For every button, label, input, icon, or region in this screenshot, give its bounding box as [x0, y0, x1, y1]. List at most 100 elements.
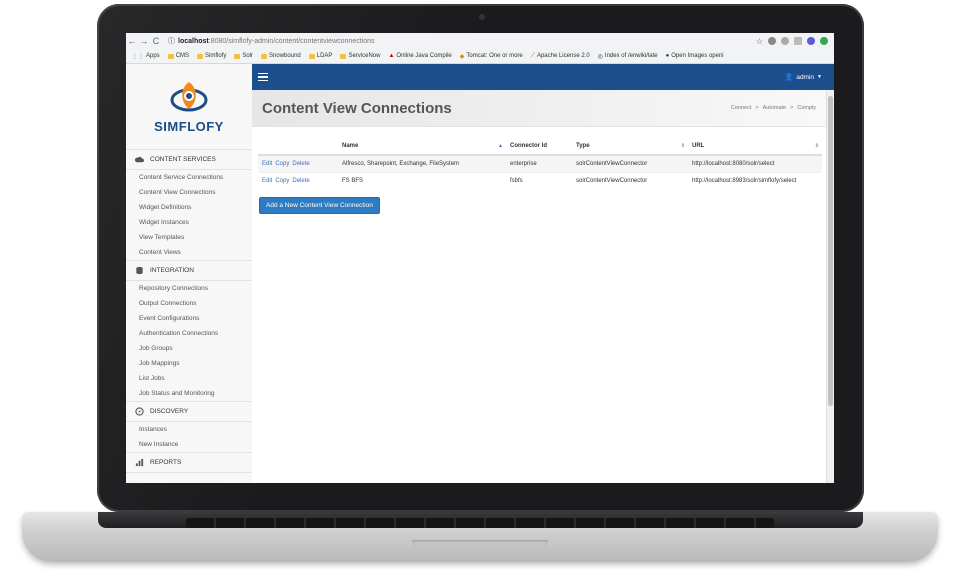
sidebar-item-content-service-connections[interactable]: Content Service Connections	[126, 170, 252, 185]
profile-icon[interactable]	[807, 37, 815, 45]
url-host: localhost	[178, 37, 209, 45]
star-icon[interactable]: ☆	[756, 37, 763, 46]
copy-link[interactable]: Copy	[275, 178, 289, 184]
scrollbar-thumb[interactable]	[828, 96, 833, 406]
sidebar-item-list-jobs[interactable]: List Jobs	[126, 371, 252, 386]
breadcrumb-comply[interactable]: Comply	[797, 105, 816, 111]
add-content-view-connection-button[interactable]: Add a New Content View Connection	[259, 197, 380, 214]
extension-icon[interactable]	[794, 37, 802, 45]
bookmark-item[interactable]: ◎ Index of /enwiki/late	[598, 53, 658, 60]
bookmark-item[interactable]: CMS	[167, 53, 189, 59]
camera-icon	[479, 14, 485, 20]
bookmark-item[interactable]: ◆ Tomcat: One or more	[460, 53, 523, 60]
folder-icon	[234, 53, 241, 59]
table-row: Edit Copy Delete FS BFS fsbfs solrContentV…	[258, 172, 822, 189]
logo-text: SIMFLOFY	[154, 119, 224, 134]
cell-url: http://localhost:8983/solr/simflofy/sele…	[688, 172, 822, 189]
app-topbar: 👤 admin ▼	[252, 64, 834, 90]
address-bar[interactable]: ⓘ localhost:8080/simflofy-admin/content/…	[168, 36, 375, 46]
bookmark-item[interactable]: Snowbound	[261, 53, 301, 59]
caret-down-icon: ▼	[817, 74, 822, 80]
breadcrumb-automate[interactable]: Automate	[763, 105, 787, 111]
cell-connector-id: enterprise	[506, 154, 572, 173]
folder-icon	[261, 53, 268, 59]
bookmarks-bar: ⋮⋮ Apps CMS Simflofy Solr Snowbound LDAP …	[126, 49, 834, 64]
sidebar-item-job-mappings[interactable]: Job Mappings	[126, 356, 252, 371]
github-icon: ●	[665, 53, 670, 59]
edit-link[interactable]: Edit	[262, 178, 272, 184]
sidebar-item-job-groups[interactable]: Job Groups	[126, 341, 252, 356]
extension-icon[interactable]	[781, 37, 789, 45]
sidebar-item-content-view-connections[interactable]: Content View Connections	[126, 185, 252, 200]
section-discovery[interactable]: DISCOVERY	[126, 401, 252, 422]
wiki-icon: ◎	[597, 53, 603, 60]
sidebar-item-repository-connections[interactable]: Repository Connections	[126, 281, 252, 296]
col-header-name[interactable]: Name ▲	[338, 138, 506, 156]
copy-link[interactable]: Copy	[275, 161, 289, 167]
user-icon: 👤	[784, 74, 794, 81]
sidebar-item-widget-instances[interactable]: Widget Instances	[126, 215, 252, 230]
sidebar: SIMFLOFY CONTENT SERVICES Content Servic…	[126, 64, 253, 483]
hamburger-menu-icon[interactable]	[258, 71, 268, 84]
java-icon: ▲	[388, 53, 395, 59]
cell-connector-id: fsbfs	[506, 172, 572, 189]
browser-toolbar: ← → C ⓘ localhost:8080/simflofy-admin/co…	[126, 33, 834, 49]
forward-icon[interactable]: →	[138, 36, 150, 46]
bookmark-item[interactable]: ⋮⋮ Apps	[132, 53, 160, 60]
col-header-connector-id[interactable]: Connector Id	[506, 138, 572, 156]
folder-icon	[197, 53, 204, 59]
main-content: Content View Connections Connect > Autom…	[252, 90, 826, 483]
sidebar-item-view-templates[interactable]: View Templates	[126, 230, 252, 245]
sidebar-item-job-status[interactable]: Job Status and Monitoring	[126, 386, 252, 401]
tomcat-icon: ◆	[459, 53, 465, 60]
cell-name: FS BFS	[338, 172, 506, 189]
delete-link[interactable]: Delete	[292, 161, 309, 167]
sidebar-item-new-instance[interactable]: New Instance	[126, 437, 252, 452]
reload-icon[interactable]: C	[150, 36, 162, 46]
sort-asc-icon: ▲	[498, 143, 503, 149]
section-content-services[interactable]: CONTENT SERVICES	[126, 149, 252, 170]
info-icon: ⓘ	[168, 38, 175, 45]
back-icon[interactable]: ←	[126, 36, 138, 46]
delete-link[interactable]: Delete	[292, 178, 309, 184]
edit-link[interactable]: Edit	[262, 161, 272, 167]
bookmark-item[interactable]: ● Open Images openi	[666, 53, 724, 59]
table-row: Edit Copy Delete Alfresco, Sharepoint, Exc…	[258, 154, 822, 173]
bookmark-item[interactable]: Solr	[234, 53, 253, 59]
section-integration[interactable]: INTEGRATION	[126, 260, 252, 281]
user-menu[interactable]: 👤 admin ▼	[784, 73, 822, 82]
bookmark-item[interactable]: Simflofy	[197, 53, 226, 59]
extension-icon[interactable]	[820, 37, 828, 45]
bookmark-item[interactable]: ServiceNow	[340, 53, 380, 59]
keyboard-edge	[186, 518, 774, 528]
col-header-actions	[258, 138, 338, 156]
col-header-url[interactable]: URL ⇕	[688, 138, 822, 156]
cell-type: solrContentViewConnector	[572, 172, 688, 189]
bookmark-item[interactable]: LDAP	[308, 53, 332, 59]
breadcrumb: Connect > Automate > Comply	[730, 105, 816, 111]
folder-icon	[167, 53, 174, 59]
sidebar-item-widget-definitions[interactable]: Widget Definitions	[126, 200, 252, 215]
browser-extensions: ☆	[756, 37, 834, 46]
sidebar-item-output-connections[interactable]: Output Connections	[126, 296, 252, 311]
page-title: Content View Connections	[262, 99, 452, 117]
compass-icon	[135, 407, 144, 416]
bookmark-item[interactable]: ▲ Online Java Compile	[388, 53, 451, 59]
sort-icon: ⇕	[814, 143, 819, 149]
cell-name: Alfresco, Sharepoint, Exchange, FileSyst…	[338, 154, 506, 173]
sidebar-item-authentication-connections[interactable]: Authentication Connections	[126, 326, 252, 341]
sidebar-item-instances[interactable]: Instances	[126, 422, 252, 437]
col-header-type[interactable]: Type ⇕	[572, 138, 688, 156]
sidebar-item-content-views[interactable]: Content Views	[126, 245, 252, 260]
breadcrumb-connect[interactable]: Connect	[731, 105, 752, 111]
laptop-notch	[412, 540, 548, 550]
database-icon	[136, 266, 143, 275]
sidebar-item-event-configurations[interactable]: Event Configurations	[126, 311, 252, 326]
section-reports[interactable]: REPORTS	[126, 452, 252, 473]
connections-table: Name ▲ Connector Id Type ⇕ URL ⇕ Edit Copy De…	[258, 138, 822, 189]
page-header: Content View Connections Connect > Autom…	[252, 90, 826, 127]
bookmark-item[interactable]: ⟋ Apache License 2.0	[531, 53, 590, 60]
scrollbar[interactable]	[826, 90, 834, 483]
feather-icon: ⟋	[530, 52, 535, 59]
extension-icon[interactable]	[768, 37, 776, 45]
